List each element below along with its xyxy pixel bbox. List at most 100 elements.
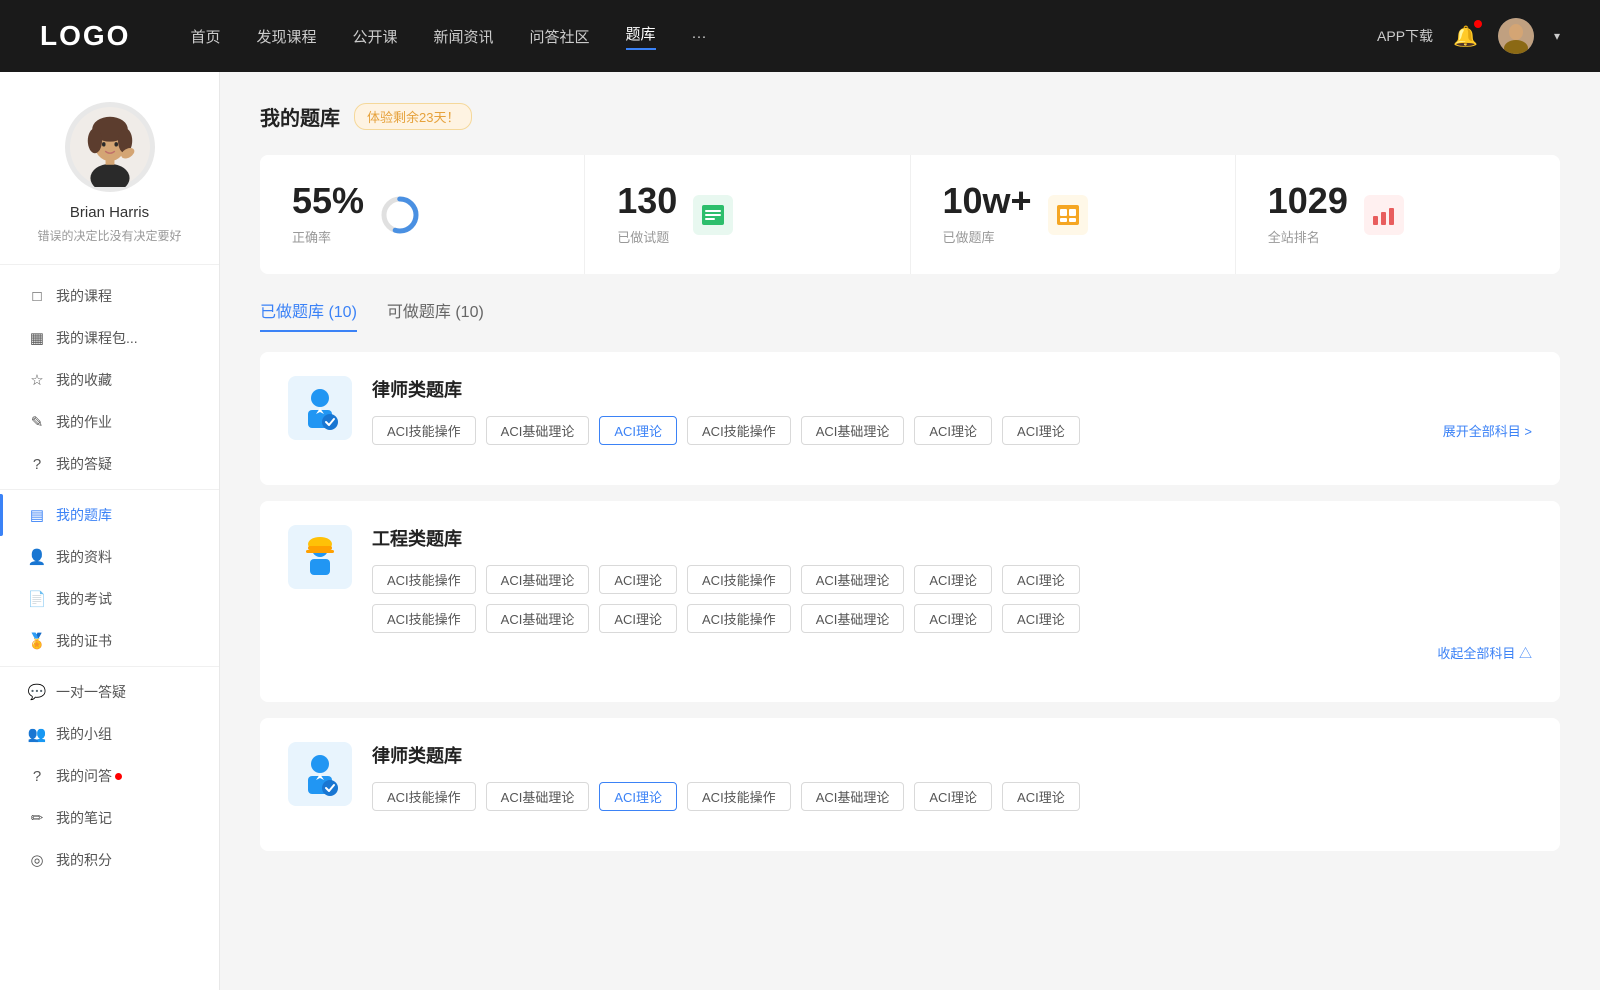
logo[interactable]: LOGO [40, 20, 130, 52]
stat-ranking: 1029 全站排名 [1236, 155, 1560, 274]
profile-name: Brian Harris [70, 204, 149, 221]
sidebar-item-favorites[interactable]: ☆ 我的收藏 [0, 359, 219, 401]
collapse-link[interactable]: 收起全部科目 △ [372, 643, 1532, 662]
tag-3-5[interactable]: ACI理论 [914, 782, 992, 811]
nav-qa[interactable]: 问答社区 [530, 26, 590, 47]
page-title: 我的题库 [260, 102, 340, 131]
tag-2-0[interactable]: ACI技能操作 [372, 565, 476, 594]
qbank-card-lawyer-2: 律师类题库 ACI技能操作 ACI基础理论 ACI理论 ACI技能操作 ACI基… [260, 718, 1560, 851]
myquestion-icon: ? [28, 767, 46, 785]
sidebar-item-mynotes[interactable]: ✏ 我的笔记 [0, 797, 219, 839]
sidebar-item-mypoints[interactable]: ◎ 我的积分 [0, 839, 219, 881]
stat-banks-icon [1048, 195, 1088, 235]
stat-rank-value: 1029 [1268, 183, 1348, 219]
notification-badge [1474, 20, 1482, 28]
tag-2b-3[interactable]: ACI技能操作 [687, 604, 791, 633]
qbank-title-2: 工程类题库 [372, 525, 1532, 551]
nav-qbank[interactable]: 题库 [626, 23, 656, 50]
tag-2-1[interactable]: ACI基础理论 [486, 565, 590, 594]
sidebar-item-myqa[interactable]: ? 我的答疑 [0, 443, 219, 485]
tag-2-6[interactable]: ACI理论 [1002, 565, 1080, 594]
tag-2-2[interactable]: ACI理论 [599, 565, 677, 594]
stat-done-questions: 130 已做试题 [585, 155, 910, 274]
sidebar-item-myexam[interactable]: 📄 我的考试 [0, 578, 219, 620]
tag-2b-2[interactable]: ACI理论 [599, 604, 677, 633]
notification-bell[interactable]: 🔔 [1453, 24, 1478, 49]
sidebar-menu: □ 我的课程 ▦ 我的课程包... ☆ 我的收藏 ✎ 我的作业 ? 我的答疑 ▤ [0, 265, 219, 891]
page-header: 我的题库 体验剩余23天！ [260, 102, 1560, 131]
nav-opencourse[interactable]: 公开课 [352, 26, 397, 47]
sidebar-item-myqbank[interactable]: ▤ 我的题库 [0, 494, 219, 536]
nav-more[interactable]: ··· [692, 28, 707, 45]
user-avatar[interactable] [1498, 18, 1534, 54]
sidebar-item-mydata[interactable]: 👤 我的资料 [0, 536, 219, 578]
tab-done[interactable]: 已做题库 (10) [260, 298, 357, 332]
tag-1-1[interactable]: ACI基础理论 [486, 416, 590, 445]
coursepack-icon: ▦ [28, 329, 46, 347]
sidebar-divider-1 [0, 489, 219, 490]
sidebar-item-1on1[interactable]: 💬 一对一答疑 [0, 671, 219, 713]
mycert-icon: 🏅 [28, 632, 46, 650]
qbank-icon-lawyer-2 [288, 742, 352, 806]
qbank-tabs: 已做题库 (10) 可做题库 (10) [260, 298, 1560, 332]
mynotes-icon: ✏ [28, 809, 46, 827]
tab-available[interactable]: 可做题库 (10) [387, 298, 484, 332]
sidebar-item-mygroup[interactable]: 👥 我的小组 [0, 713, 219, 755]
homework-icon: ✎ [28, 413, 46, 431]
tags-row-2b: ACI技能操作 ACI基础理论 ACI理论 ACI技能操作 ACI基础理论 AC… [372, 604, 1532, 633]
sidebar-item-mycourse[interactable]: □ 我的课程 [0, 275, 219, 317]
tag-3-1[interactable]: ACI基础理论 [486, 782, 590, 811]
myqa-icon: ? [28, 455, 46, 473]
stat-banks-value: 10w+ [943, 183, 1032, 219]
nav-news[interactable]: 新闻资讯 [434, 26, 494, 47]
sidebar-item-mycert[interactable]: 🏅 我的证书 [0, 620, 219, 662]
tag-3-2[interactable]: ACI理论 [599, 782, 677, 811]
tag-2-5[interactable]: ACI理论 [914, 565, 992, 594]
tag-3-3[interactable]: ACI技能操作 [687, 782, 791, 811]
tag-2-4[interactable]: ACI基础理论 [801, 565, 905, 594]
qbank-card-header-1: 律师类题库 ACI技能操作 ACI基础理论 ACI理论 ACI技能操作 ACI基… [288, 376, 1532, 445]
tag-1-6[interactable]: ACI理论 [1002, 416, 1080, 445]
nav-home[interactable]: 首页 [190, 26, 220, 47]
sidebar-item-coursepack[interactable]: ▦ 我的课程包... [0, 317, 219, 359]
qbank-title-1: 律师类题库 [372, 376, 1532, 402]
stat-done-banks: 10w+ 已做题库 [911, 155, 1236, 274]
tag-1-2[interactable]: ACI理论 [599, 416, 677, 445]
sidebar-item-homework[interactable]: ✎ 我的作业 [0, 401, 219, 443]
tag-2b-4[interactable]: ACI基础理论 [801, 604, 905, 633]
stat-rank-icon [1364, 195, 1404, 235]
nav-menu: 首页 发现课程 公开课 新闻资讯 问答社区 题库 ··· [190, 23, 1377, 50]
qbank-icon-lawyer-1 [288, 376, 352, 440]
question-dot-badge [115, 773, 122, 780]
mycourse-icon: □ [28, 287, 46, 305]
app-download-link[interactable]: APP下载 [1377, 26, 1433, 46]
favorites-icon: ☆ [28, 371, 46, 389]
tag-2-3[interactable]: ACI技能操作 [687, 565, 791, 594]
tags-row-2a: ACI技能操作 ACI基础理论 ACI理论 ACI技能操作 ACI基础理论 AC… [372, 565, 1532, 594]
tag-1-4[interactable]: ACI基础理论 [801, 416, 905, 445]
tag-3-6[interactable]: ACI理论 [1002, 782, 1080, 811]
tag-1-3[interactable]: ACI技能操作 [687, 416, 791, 445]
sidebar-item-myquestion[interactable]: ? 我的问答 [0, 755, 219, 797]
qbank-title-3: 律师类题库 [372, 742, 1532, 768]
tag-1-5[interactable]: ACI理论 [914, 416, 992, 445]
stat-correct-label: 正确率 [292, 227, 364, 246]
sidebar-profile: Brian Harris 错误的决定比没有决定要好 [0, 72, 219, 265]
tag-2b-5[interactable]: ACI理论 [914, 604, 992, 633]
tag-2b-0[interactable]: ACI技能操作 [372, 604, 476, 633]
tag-2b-6[interactable]: ACI理论 [1002, 604, 1080, 633]
user-menu-chevron[interactable]: ▾ [1554, 29, 1560, 43]
myqbank-icon: ▤ [28, 506, 46, 524]
expand-link-1[interactable]: 展开全部科目 > [1443, 421, 1532, 440]
mydata-icon: 👤 [28, 548, 46, 566]
tag-1-0[interactable]: ACI技能操作 [372, 416, 476, 445]
tag-3-0[interactable]: ACI技能操作 [372, 782, 476, 811]
qbank-icon-engineer [288, 525, 352, 589]
stat-done-icon [693, 195, 733, 235]
stat-done-label: 已做试题 [617, 227, 677, 246]
tag-3-4[interactable]: ACI基础理论 [801, 782, 905, 811]
nav-discover[interactable]: 发现课程 [256, 26, 316, 47]
stat-correct-rate: 55% 正确率 [260, 155, 585, 274]
tag-2b-1[interactable]: ACI基础理论 [486, 604, 590, 633]
main-layout: Brian Harris 错误的决定比没有决定要好 □ 我的课程 ▦ 我的课程包… [0, 72, 1600, 990]
